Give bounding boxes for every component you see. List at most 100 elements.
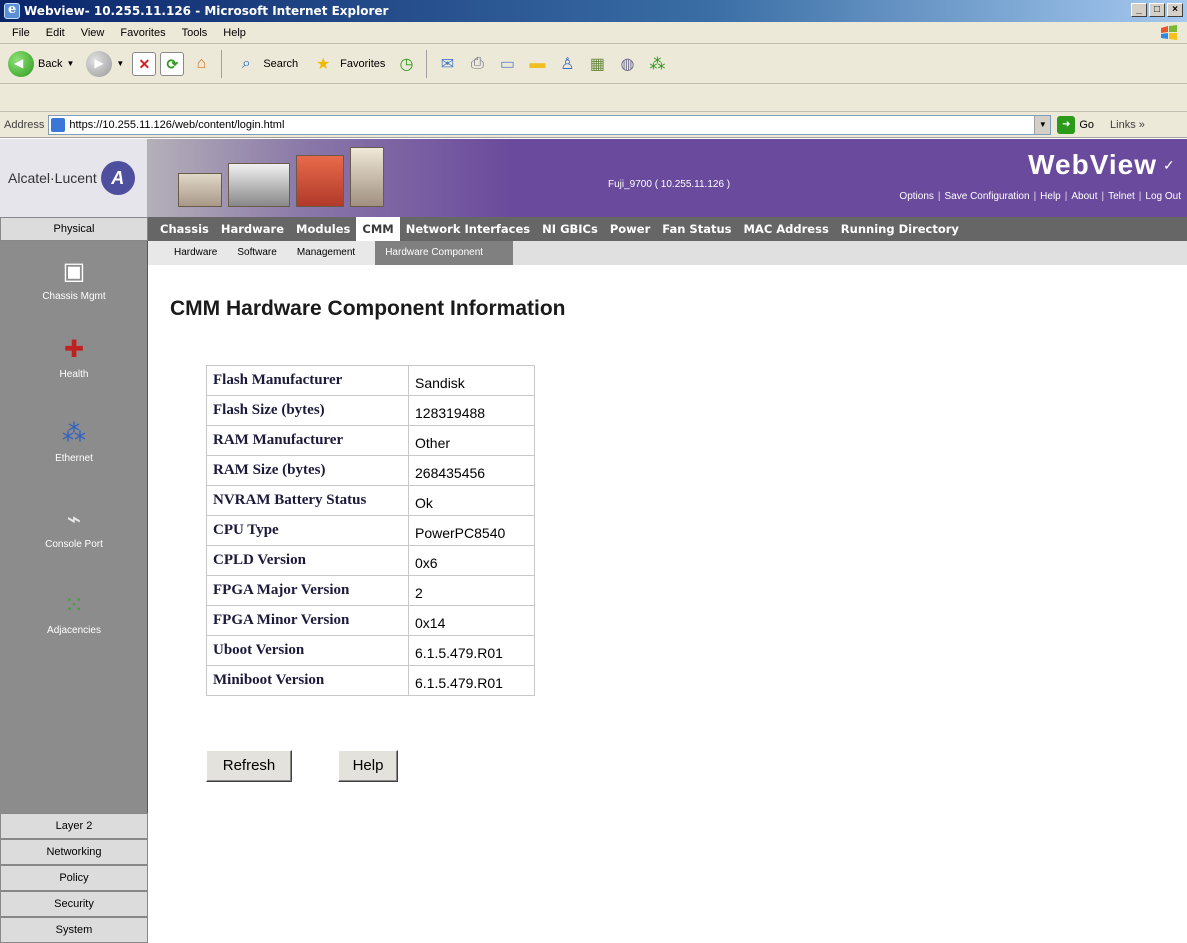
table-row: RAM Manufacturer Other xyxy=(206,425,535,456)
subnav-hardware-component[interactable]: Hardware Component xyxy=(375,241,514,265)
menu-favorites[interactable]: Favorites xyxy=(112,27,173,39)
tab-security[interactable]: Security xyxy=(0,891,148,917)
research-icon[interactable]: ♙ xyxy=(554,52,580,76)
menu-file[interactable]: File xyxy=(4,27,38,39)
refresh-button[interactable]: Refresh xyxy=(206,750,292,782)
sidebar-item-chassis-mgmt[interactable]: ▣ Chassis Mgmt xyxy=(0,255,148,303)
row-key: CPLD Version xyxy=(206,545,409,576)
folder-icon[interactable]: ▬ xyxy=(524,52,550,76)
tab-networking[interactable]: Networking xyxy=(0,839,148,865)
header-banner: Fuji_9700 ( 10.255.11.126 ) WebView ✓ Op… xyxy=(148,139,1187,217)
home-icon[interactable]: ⌂ xyxy=(188,52,214,76)
sidebar-item-label: Ethernet xyxy=(55,453,93,464)
telnet-link[interactable]: Telnet xyxy=(1108,191,1135,202)
nav-hardware[interactable]: Hardware xyxy=(215,217,290,241)
save-configuration-link[interactable]: Save Configuration xyxy=(945,191,1030,202)
nav-network-interfaces[interactable]: Network Interfaces xyxy=(400,217,536,241)
table-row: CPU Type PowerPC8540 xyxy=(206,515,535,546)
row-key: FPGA Major Version xyxy=(206,575,409,606)
nav-modules[interactable]: Modules xyxy=(290,217,356,241)
go-button[interactable]: ➜ Go xyxy=(1057,115,1095,134)
device-tall-chassis-icon xyxy=(350,147,384,207)
physical-tab[interactable]: Physical xyxy=(0,217,148,241)
nav-fan-status[interactable]: Fan Status xyxy=(656,217,737,241)
tab-layer-2[interactable]: Layer 2 xyxy=(0,813,148,839)
sub-navigation: Hardware Software Management Hardware Co… xyxy=(148,241,1187,265)
tab-policy[interactable]: Policy xyxy=(0,865,148,891)
about-link[interactable]: About xyxy=(1071,191,1097,202)
maximize-button[interactable]: □ xyxy=(1149,3,1165,17)
table-row: FPGA Minor Version 0x14 xyxy=(206,605,535,636)
nav-running-directory[interactable]: Running Directory xyxy=(835,217,965,241)
internet-explorer-icon xyxy=(4,2,20,19)
back-label: Back xyxy=(38,57,63,70)
forward-button[interactable]: ▼ xyxy=(82,48,128,80)
page-icon xyxy=(51,117,66,132)
link-separator: | xyxy=(1138,191,1142,202)
nav-mac-address[interactable]: MAC Address xyxy=(737,217,834,241)
health-kit-icon: ✚ xyxy=(63,335,85,363)
edit-icon[interactable]: ▭ xyxy=(494,52,520,76)
nav-chassis[interactable]: Chassis xyxy=(154,217,215,241)
messenger-icon[interactable]: ◍ xyxy=(614,52,640,76)
help-link[interactable]: Help xyxy=(1040,191,1061,202)
forward-dropdown-icon[interactable]: ▼ xyxy=(116,59,124,68)
address-label: Address xyxy=(4,118,45,131)
company-logo: Alcatel·Lucent A xyxy=(0,139,148,217)
row-value: 2 xyxy=(408,575,535,606)
back-arrow-icon xyxy=(8,50,34,77)
mail-icon[interactable]: ✉ xyxy=(434,52,460,76)
address-dropdown-icon[interactable]: ▼ xyxy=(1034,115,1051,134)
forward-arrow-icon xyxy=(86,50,113,77)
sidebar-item-ethernet[interactable]: ⁂ Ethernet xyxy=(0,417,148,465)
row-value: 128319488 xyxy=(408,395,535,426)
media-icon[interactable]: ▦ xyxy=(584,52,610,76)
close-button[interactable]: × xyxy=(1167,3,1183,17)
table-row: Flash Size (bytes) 128319488 xyxy=(206,395,535,426)
link-separator: | xyxy=(1101,191,1105,202)
device-chassis-icon xyxy=(178,173,222,207)
menu-edit[interactable]: Edit xyxy=(38,27,73,39)
device-images xyxy=(178,145,398,207)
back-dropdown-icon[interactable]: ▼ xyxy=(66,59,74,68)
row-value: 6.1.5.479.R01 xyxy=(408,635,535,666)
help-button[interactable]: Help xyxy=(338,750,398,782)
tab-system[interactable]: System xyxy=(0,917,148,943)
nav-cmm[interactable]: CMM xyxy=(356,217,400,241)
sidebar-item-console-port[interactable]: ⌁ Console Port xyxy=(0,503,148,551)
webview-header: Alcatel·Lucent A Fuji_9700 ( 10.255.11.1… xyxy=(0,139,1187,217)
sidebar-item-health[interactable]: ✚ Health xyxy=(0,333,148,381)
links-menu[interactable]: Links » xyxy=(1110,119,1145,131)
minimize-button[interactable]: _ xyxy=(1131,3,1147,17)
toolbar-separator xyxy=(221,49,223,78)
row-value: Ok xyxy=(408,485,535,516)
people-icon[interactable]: ⁂ xyxy=(644,52,670,76)
address-input[interactable]: https://10.255.11.126/web/content/login.… xyxy=(48,114,1052,135)
link-separator: | xyxy=(1033,191,1037,202)
device-switch-icon xyxy=(228,163,290,207)
favorites-button[interactable]: ★ Favorites xyxy=(306,48,389,80)
subnav-management[interactable]: Management xyxy=(287,241,365,265)
options-link[interactable]: Options xyxy=(899,191,933,202)
table-row: FPGA Major Version 2 xyxy=(206,575,535,606)
stop-icon[interactable]: ✕ xyxy=(132,51,157,76)
menu-help[interactable]: Help xyxy=(215,27,254,39)
sidebar-item-adjacencies[interactable]: ⁙ Adjacencies xyxy=(0,589,148,637)
sidebar-bottom-tabs: Layer 2 Networking Policy Security Syste… xyxy=(0,813,148,943)
nav-ni-gbics[interactable]: NI GBICs xyxy=(536,217,604,241)
print-icon[interactable]: ⎙ xyxy=(464,52,490,76)
refresh-icon[interactable]: ⟳ xyxy=(160,51,185,76)
row-value: 0x6 xyxy=(408,545,535,576)
log-out-link[interactable]: Log Out xyxy=(1145,191,1181,202)
row-value: Sandisk xyxy=(408,365,535,396)
nav-power[interactable]: Power xyxy=(604,217,656,241)
search-button[interactable]: ⌕ Search xyxy=(229,48,302,80)
subnav-hardware[interactable]: Hardware xyxy=(164,241,227,265)
history-icon[interactable]: ◷ xyxy=(393,52,419,76)
menu-view[interactable]: View xyxy=(73,27,113,39)
go-label: Go xyxy=(1079,118,1095,131)
back-button[interactable]: Back ▼ xyxy=(4,48,78,80)
table-row: Miniboot Version 6.1.5.479.R01 xyxy=(206,665,535,696)
subnav-software[interactable]: Software xyxy=(227,241,286,265)
menu-tools[interactable]: Tools xyxy=(174,27,216,39)
